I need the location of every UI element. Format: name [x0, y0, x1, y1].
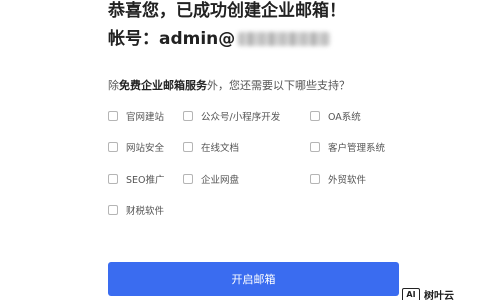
account-label: 帐号：admin@	[108, 29, 236, 49]
checkbox[interactable]	[183, 142, 193, 152]
checkbox[interactable]	[108, 205, 118, 215]
option-label: 公众号/小程序开发	[201, 112, 281, 123]
option-foreign-trade-software[interactable]: 外贸软件	[310, 172, 366, 186]
brand-logo-icon: AI	[402, 287, 420, 300]
option-online-docs[interactable]: 在线文档	[183, 140, 239, 154]
account-line: 帐号：admin@	[108, 28, 331, 50]
option-website-security[interactable]: 网站安全	[108, 140, 164, 154]
watermark: AI 树叶云	[402, 287, 454, 300]
blurred-domain	[238, 32, 331, 46]
checkbox[interactable]	[310, 142, 320, 152]
prompt-prefix: 除	[108, 79, 119, 92]
option-label: OA系统	[328, 112, 361, 123]
option-label: 官网建站	[126, 112, 165, 123]
option-label: 网站安全	[126, 143, 165, 154]
option-website-building[interactable]: 官网建站	[108, 109, 164, 123]
brand-text: 树叶云	[424, 291, 454, 300]
checkbox[interactable]	[108, 111, 118, 121]
prompt-suffix: 外，您还需要以下哪些支持？	[207, 79, 350, 92]
option-label: 外贸软件	[328, 175, 367, 186]
option-label: 财税软件	[126, 206, 165, 217]
checkbox[interactable]	[310, 111, 320, 121]
option-label: 在线文档	[201, 143, 240, 154]
option-finance-tax-software[interactable]: 财税软件	[108, 203, 164, 217]
success-page: 恭喜您，已成功创建企业邮箱！ 帐号：admin@ 除免费企业邮箱服务外，您还需要…	[0, 0, 480, 300]
checkbox[interactable]	[310, 174, 320, 184]
option-oa-system[interactable]: OA系统	[310, 109, 361, 123]
option-label: SEO推广	[126, 175, 165, 186]
checkbox[interactable]	[108, 142, 118, 152]
option-label: 企业网盘	[201, 175, 240, 186]
option-crm[interactable]: 客户管理系统	[310, 140, 385, 154]
prompt-bold: 免费企业邮箱服务	[119, 79, 207, 92]
option-seo[interactable]: SEO推广	[108, 172, 165, 186]
success-title: 恭喜您，已成功创建企业邮箱！	[108, 1, 346, 21]
checkbox[interactable]	[183, 174, 193, 184]
open-mailbox-button[interactable]: 开启邮箱	[108, 262, 399, 296]
checkbox[interactable]	[183, 111, 193, 121]
services-prompt: 除免费企业邮箱服务外，您还需要以下哪些支持？	[108, 79, 350, 93]
option-official-account-miniprogram[interactable]: 公众号/小程序开发	[183, 109, 280, 123]
checkbox[interactable]	[108, 174, 118, 184]
option-label: 客户管理系统	[328, 143, 386, 154]
option-enterprise-drive[interactable]: 企业网盘	[183, 172, 239, 186]
